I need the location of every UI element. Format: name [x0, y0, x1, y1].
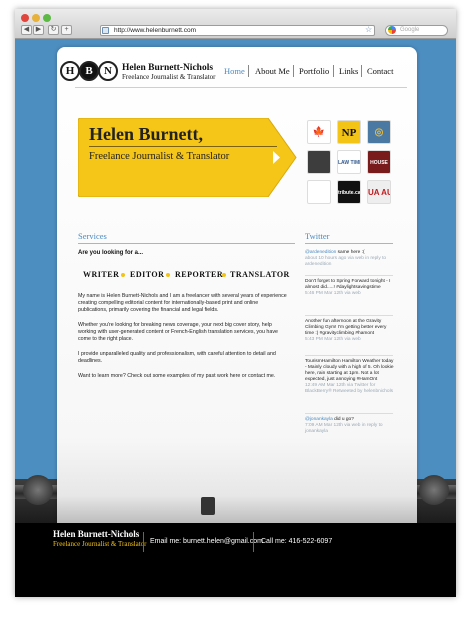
tweet-divider: [305, 275, 393, 276]
banner-divider: [89, 146, 277, 147]
services-lead: Are you looking for a...: [78, 250, 144, 256]
tweet-user-link[interactable]: @ardenedition: [305, 250, 336, 255]
footer-email-link[interactable]: Email me: burnett.helen@gmail.com: [150, 538, 263, 545]
footer-divider: [143, 532, 144, 552]
nav-about-me[interactable]: About Me: [255, 66, 290, 76]
publication-logo[interactable]: NP: [337, 120, 361, 144]
close-window-button[interactable]: [21, 14, 29, 22]
tweet-user-link[interactable]: @jonankayla: [305, 417, 333, 422]
publication-logo[interactable]: tribute.ca: [337, 180, 361, 204]
site-favicon-icon: [102, 27, 109, 34]
tweet-text: same here :(: [337, 250, 365, 255]
tweet: Another fun afternoon at the Gravity Cli…: [305, 319, 395, 343]
tweet: Don't forget to Spring Forward tonight -…: [305, 279, 395, 297]
site-name[interactable]: Helen Burnett-Nichols: [122, 63, 213, 73]
maximize-window-button[interactable]: [43, 14, 51, 22]
bullet-icon: [166, 273, 170, 277]
services-heading: Services: [78, 231, 107, 241]
site-tagline: Freelance Journalist & Translator: [122, 73, 216, 81]
nav-divider: [248, 65, 249, 77]
tweet-text: Don't forget to Spring Forward tonight -…: [305, 279, 391, 290]
services-paragraph: Want to learn more? Check out some examp…: [78, 373, 276, 379]
site-footer: Helen Burnett-Nichols Freelance Journali…: [15, 523, 456, 597]
role-translator: TRANSLATOR: [230, 270, 290, 279]
paper-in-roller-image: [57, 495, 417, 523]
publication-logo[interactable]: [307, 150, 331, 174]
tweet-meta[interactable]: 7:09 AM Mar 12th via web in reply to jon…: [305, 423, 395, 435]
nav-underline: [75, 87, 407, 88]
bullet-icon: [222, 273, 226, 277]
footer-divider: [253, 532, 254, 552]
twitter-heading: Twitter: [305, 231, 330, 241]
bookmark-star-icon[interactable]: ☆: [365, 25, 372, 34]
publication-logo[interactable]: 🍁: [307, 120, 331, 144]
nav-portfolio[interactable]: Portfolio: [299, 66, 329, 76]
footer-name: Helen Burnett-Nichols: [53, 529, 140, 539]
search-placeholder: Google: [400, 27, 420, 33]
publication-logo[interactable]: LAW TIMES: [337, 150, 361, 174]
services-paragraph: Whether you're looking for breaking news…: [78, 322, 278, 342]
minimize-window-button[interactable]: [32, 14, 40, 22]
logo-letter-h[interactable]: H: [60, 61, 80, 81]
tweet-divider: [305, 355, 393, 356]
tweet: TourismHamilton Hamilton Weather today -…: [305, 359, 395, 395]
bullet-icon: [121, 273, 125, 277]
banner-subtitle: Freelance Journalist & Translator: [89, 151, 230, 162]
reload-button[interactable]: ↻: [48, 25, 59, 35]
tweet-divider: [305, 413, 393, 414]
address-bar[interactable]: http://www.helenburnett.com: [100, 25, 375, 36]
services-underline: [78, 243, 295, 244]
nav-divider: [293, 65, 294, 77]
twitter-underline: [305, 243, 393, 244]
typewriter-knob-right-image: [419, 475, 449, 505]
browser-window: ◀ ▶ ↻ + http://www.helenburnett.com ☆ Go…: [15, 9, 456, 597]
google-search-icon: [388, 26, 396, 34]
services-paragraph: I provide unparalleled quality and profe…: [78, 351, 276, 364]
tweet-meta[interactable]: 5:43 PM Mar 12th via web: [305, 337, 395, 343]
logo-letter-n[interactable]: N: [98, 61, 118, 81]
footer-phone: Call me: 416-522-6097: [261, 538, 333, 545]
forward-button[interactable]: ▶: [33, 25, 44, 35]
tweet-text: did u go?: [334, 417, 354, 422]
publication-logo[interactable]: [307, 180, 331, 204]
tweet-meta[interactable]: about 10 hours ago via web in reply to a…: [305, 256, 395, 268]
tweet: @jonankayla did u go? 7:09 AM Mar 12th v…: [305, 417, 395, 435]
footer-tagline: Freelance Journalist & Translator: [53, 540, 147, 548]
role-editor: EDITOR: [130, 270, 165, 279]
tweet: @ardenedition same here :( about 10 hour…: [305, 250, 395, 268]
tweet-meta[interactable]: 5:46 PM Mar 12th via web: [305, 291, 395, 297]
tweet-meta[interactable]: 12:49 AM Mar 12th via Twitter for BlackB…: [305, 383, 395, 395]
typewriter-typebar-image: [201, 497, 215, 515]
back-button[interactable]: ◀: [21, 25, 32, 35]
nav-divider: [333, 65, 334, 77]
publication-logo[interactable]: ◎: [367, 120, 391, 144]
logo-letter-b[interactable]: B: [79, 61, 99, 81]
role-reporter: REPORTER: [175, 270, 224, 279]
banner-title: Helen Burnett,: [89, 124, 203, 144]
publication-logo[interactable]: HOUSE: [367, 150, 391, 174]
role-writer: WRITER: [83, 270, 120, 279]
url-text: http://www.helenburnett.com: [114, 27, 197, 34]
nav-home[interactable]: Home: [224, 66, 245, 76]
services-paragraph: My name is Helen Burnett-Nichols and I a…: [78, 293, 287, 313]
tweet-text: TourismHamilton Hamilton Weather today -…: [305, 359, 394, 382]
browser-toolbar: ◀ ▶ ↻ + http://www.helenburnett.com ☆ Go…: [15, 9, 456, 39]
add-bookmark-button[interactable]: +: [61, 25, 72, 35]
publication-logo[interactable]: UA AU: [367, 180, 391, 204]
nav-links[interactable]: Links: [339, 66, 358, 76]
nav-contact[interactable]: Contact: [367, 66, 393, 76]
tweet-text: Another fun afternoon at the Gravity Cli…: [305, 319, 387, 336]
typewriter-knob-left-image: [23, 475, 53, 505]
nav-divider: [361, 65, 362, 77]
tweet-divider: [305, 315, 393, 316]
